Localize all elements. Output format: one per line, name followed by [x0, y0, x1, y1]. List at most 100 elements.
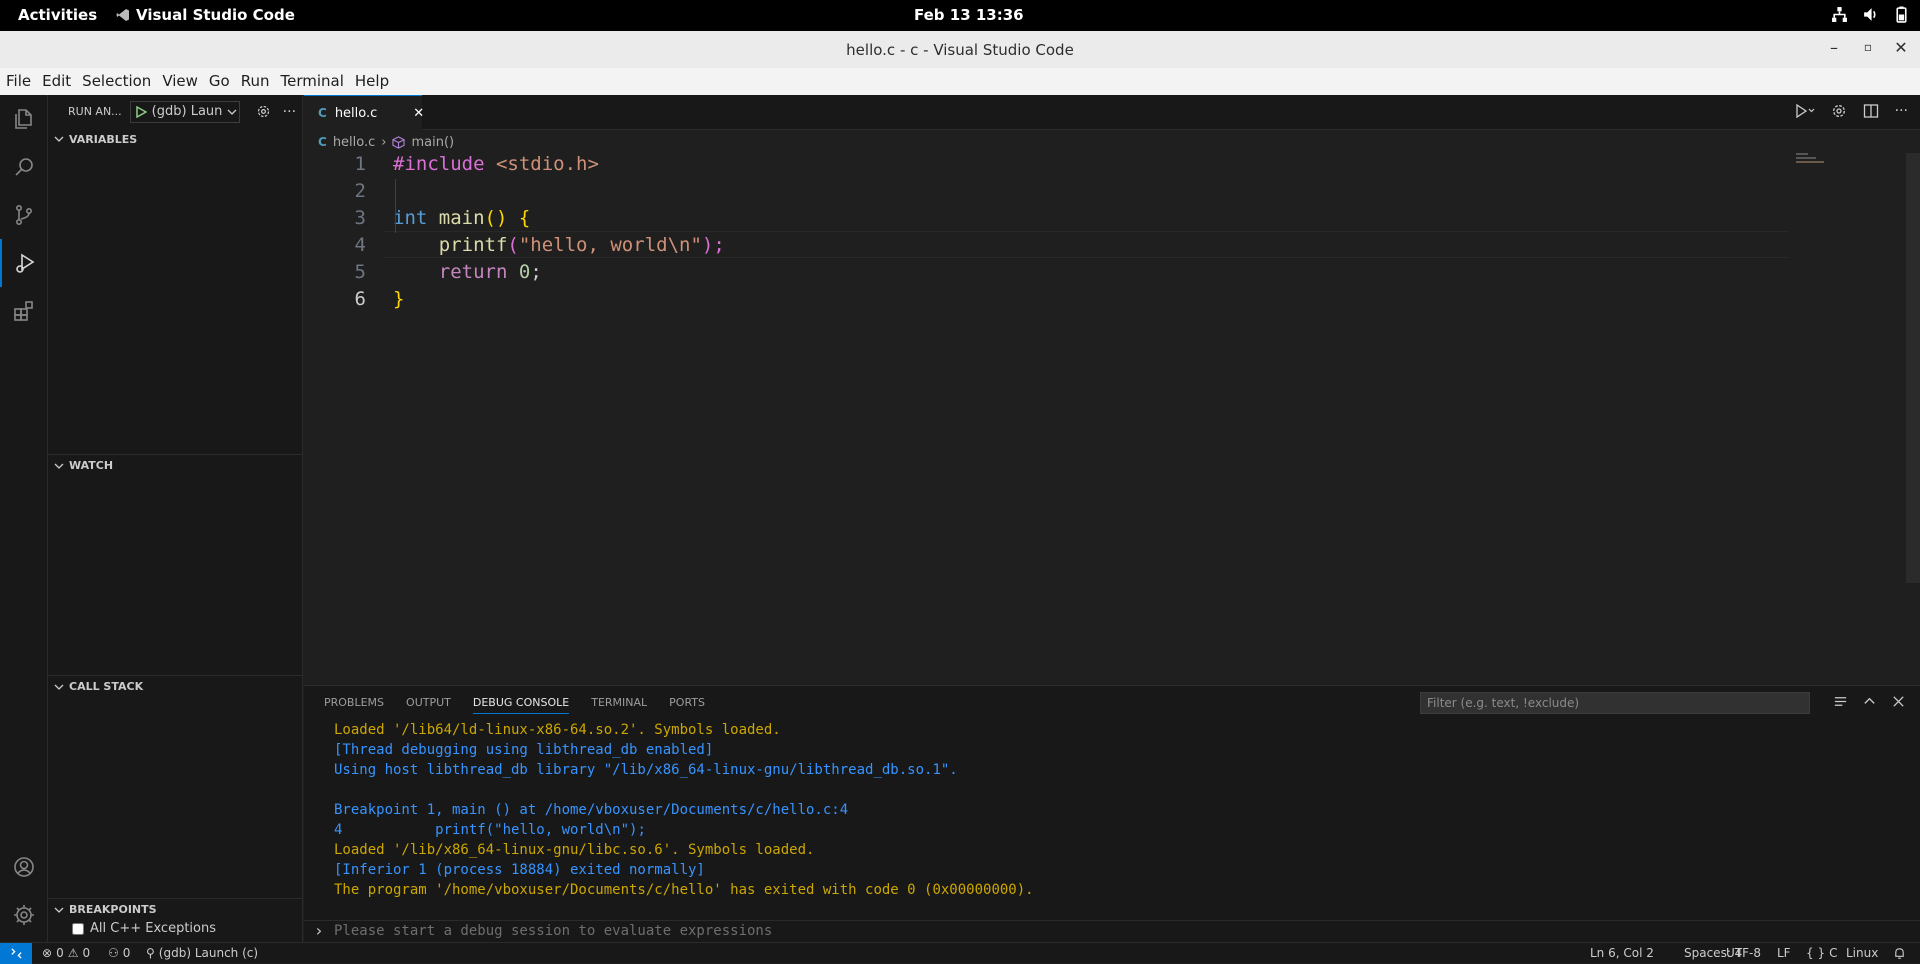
editor-actions: ···	[1793, 103, 1908, 119]
accounts-button[interactable]	[0, 843, 48, 891]
code-token: {	[518, 207, 531, 229]
minimize-button[interactable]: –	[1822, 38, 1846, 57]
breakpoint-item: All C++ Exceptions	[72, 921, 216, 936]
menu-edit[interactable]: Edit	[36, 68, 76, 95]
console-line: Using host libthread_db library "/lib/x8…	[334, 762, 958, 778]
play-icon[interactable]	[135, 105, 147, 118]
cursor-position[interactable]: Ln 6, Col 2	[1590, 946, 1654, 960]
console-line: The program '/home/vboxuser/Documents/c/…	[334, 882, 1034, 898]
breakpoints-section-header[interactable]: BREAKPOINTS	[48, 898, 302, 920]
console-line: Breakpoint 1, main () at /home/vboxuser/…	[334, 802, 849, 818]
call-stack-section-header[interactable]: CALL STACK	[48, 675, 302, 697]
clock[interactable]: Feb 13 13:36	[914, 6, 1024, 24]
language-mode[interactable]: { } C	[1806, 946, 1837, 960]
console-line: Loaded '/lib64/ld-linux-x86-64.so.2'. Sy…	[334, 722, 781, 738]
platform[interactable]: Linux	[1846, 946, 1878, 960]
menu-view[interactable]: View	[156, 68, 203, 95]
warning-icon: ⚠	[67, 946, 79, 960]
debug-launch-indicator[interactable]: ⚲ (gdb) Launch (c)	[146, 946, 258, 960]
menu-go[interactable]: Go	[203, 68, 235, 95]
activity-bar	[0, 95, 48, 942]
run-debug-icon[interactable]	[1793, 103, 1815, 119]
watch-section-header[interactable]: WATCH	[48, 454, 302, 476]
error-icon: ⊗	[42, 946, 53, 960]
console-filter-input[interactable]: Filter (e.g. text, !exclude)	[1420, 692, 1810, 714]
variables-section-header[interactable]: VARIABLES	[48, 128, 302, 150]
encoding[interactable]: UTF-8	[1726, 946, 1761, 960]
menu-file[interactable]: File	[0, 68, 36, 95]
chevron-up-icon[interactable]	[1862, 694, 1877, 709]
debug-eval-input[interactable]: › Please start a debug session to evalua…	[304, 920, 1920, 942]
chevron-down-icon	[54, 463, 64, 469]
line-number: 3	[354, 207, 366, 229]
bell-icon[interactable]	[1893, 947, 1906, 960]
breadcrumb-symbol[interactable]: main()	[411, 135, 454, 150]
panel-tabs: PROBLEMS OUTPUT DEBUG CONSOLE TERMINAL P…	[324, 696, 705, 714]
menu-run[interactable]: Run	[235, 68, 275, 95]
launch-config-label: (gdb) Laun	[151, 104, 223, 119]
menu-help[interactable]: Help	[349, 68, 394, 95]
gear-icon[interactable]	[1831, 103, 1847, 119]
tab-problems[interactable]: PROBLEMS	[324, 696, 384, 714]
network-icon	[1832, 7, 1847, 22]
ports-indicator[interactable]: ⚇ 0	[108, 946, 130, 960]
sidebar-title: RUN AN...	[68, 105, 122, 118]
tab-ports[interactable]: PORTS	[669, 696, 705, 714]
code-token: printf	[438, 234, 508, 256]
split-editor-icon[interactable]	[1863, 103, 1879, 119]
close-tab-icon[interactable]: ✕	[413, 106, 424, 121]
tab-terminal[interactable]: TERMINAL	[591, 696, 647, 714]
gear-icon[interactable]	[256, 104, 271, 119]
c-file-icon: C	[318, 135, 327, 149]
code-token: 0	[518, 261, 531, 283]
code-token: );	[701, 234, 725, 256]
close-window-button[interactable]: ✕	[1889, 38, 1913, 57]
warning-count: 0	[82, 946, 91, 960]
minimap[interactable]	[1796, 153, 1826, 163]
remote-icon	[10, 948, 22, 959]
maximize-button[interactable]: ▫	[1856, 40, 1880, 54]
breakpoints-title: BREAKPOINTS	[69, 903, 157, 916]
chevron-down-icon	[54, 907, 64, 913]
activities-button[interactable]: Activities	[18, 6, 97, 24]
close-icon[interactable]	[1891, 694, 1906, 709]
search-button[interactable]	[0, 143, 48, 191]
run-debug-button[interactable]	[0, 239, 48, 287]
end-of-line[interactable]: LF	[1777, 946, 1791, 960]
extensions-icon	[14, 301, 33, 321]
console-line: 4 printf("hello, world\n");	[334, 822, 646, 838]
system-tray[interactable]	[1831, 6, 1910, 23]
app-menu[interactable]: Visual Studio Code	[116, 6, 295, 24]
chevron-down-icon	[54, 136, 64, 142]
more-actions-icon[interactable]: ···	[283, 104, 296, 120]
tab-debug-console[interactable]: DEBUG CONSOLE	[472, 696, 570, 714]
menu-selection[interactable]: Selection	[76, 68, 156, 95]
explorer-button[interactable]	[0, 95, 48, 143]
tab-output[interactable]: OUTPUT	[406, 696, 451, 714]
code-token: <stdio.h>	[495, 153, 599, 175]
ports-count: 0	[122, 946, 131, 960]
debug-launch-label: (gdb) Launch (c)	[158, 946, 259, 960]
launch-config-select[interactable]: (gdb) Laun	[129, 100, 240, 123]
remote-indicator[interactable]	[0, 943, 32, 964]
breakpoint-checkbox[interactable]	[72, 922, 84, 935]
source-control-button[interactable]	[0, 191, 48, 239]
window-title-bar: hello.c - c - Visual Studio Code – ▫ ✕	[0, 31, 1920, 68]
tab-hello-c[interactable]: C hello.c ✕	[304, 95, 424, 130]
menu-terminal[interactable]: Terminal	[275, 68, 349, 95]
code-editor[interactable]: 1 #include <stdio.h> 2 3 int main() { 4 pr…	[304, 153, 1904, 315]
clear-console-icon[interactable]	[1833, 694, 1848, 709]
extensions-button[interactable]	[0, 287, 48, 335]
sidebar-header: RUN AN... (gdb) Laun ···	[48, 95, 302, 128]
watch-title: WATCH	[69, 459, 114, 472]
system-top-bar: Activities Visual Studio Code Feb 13 13:…	[0, 0, 1920, 31]
line-number: 5	[354, 261, 366, 283]
manage-button[interactable]	[0, 891, 48, 939]
more-actions-icon[interactable]: ···	[1895, 103, 1908, 119]
breadcrumb-file[interactable]: hello.c	[333, 135, 375, 150]
editor-scrollbar[interactable]	[1906, 153, 1920, 583]
chevron-down-icon	[54, 684, 64, 690]
code-token: (	[507, 234, 519, 256]
problems-indicator[interactable]: ⊗ 0 ⚠ 0	[42, 946, 90, 960]
